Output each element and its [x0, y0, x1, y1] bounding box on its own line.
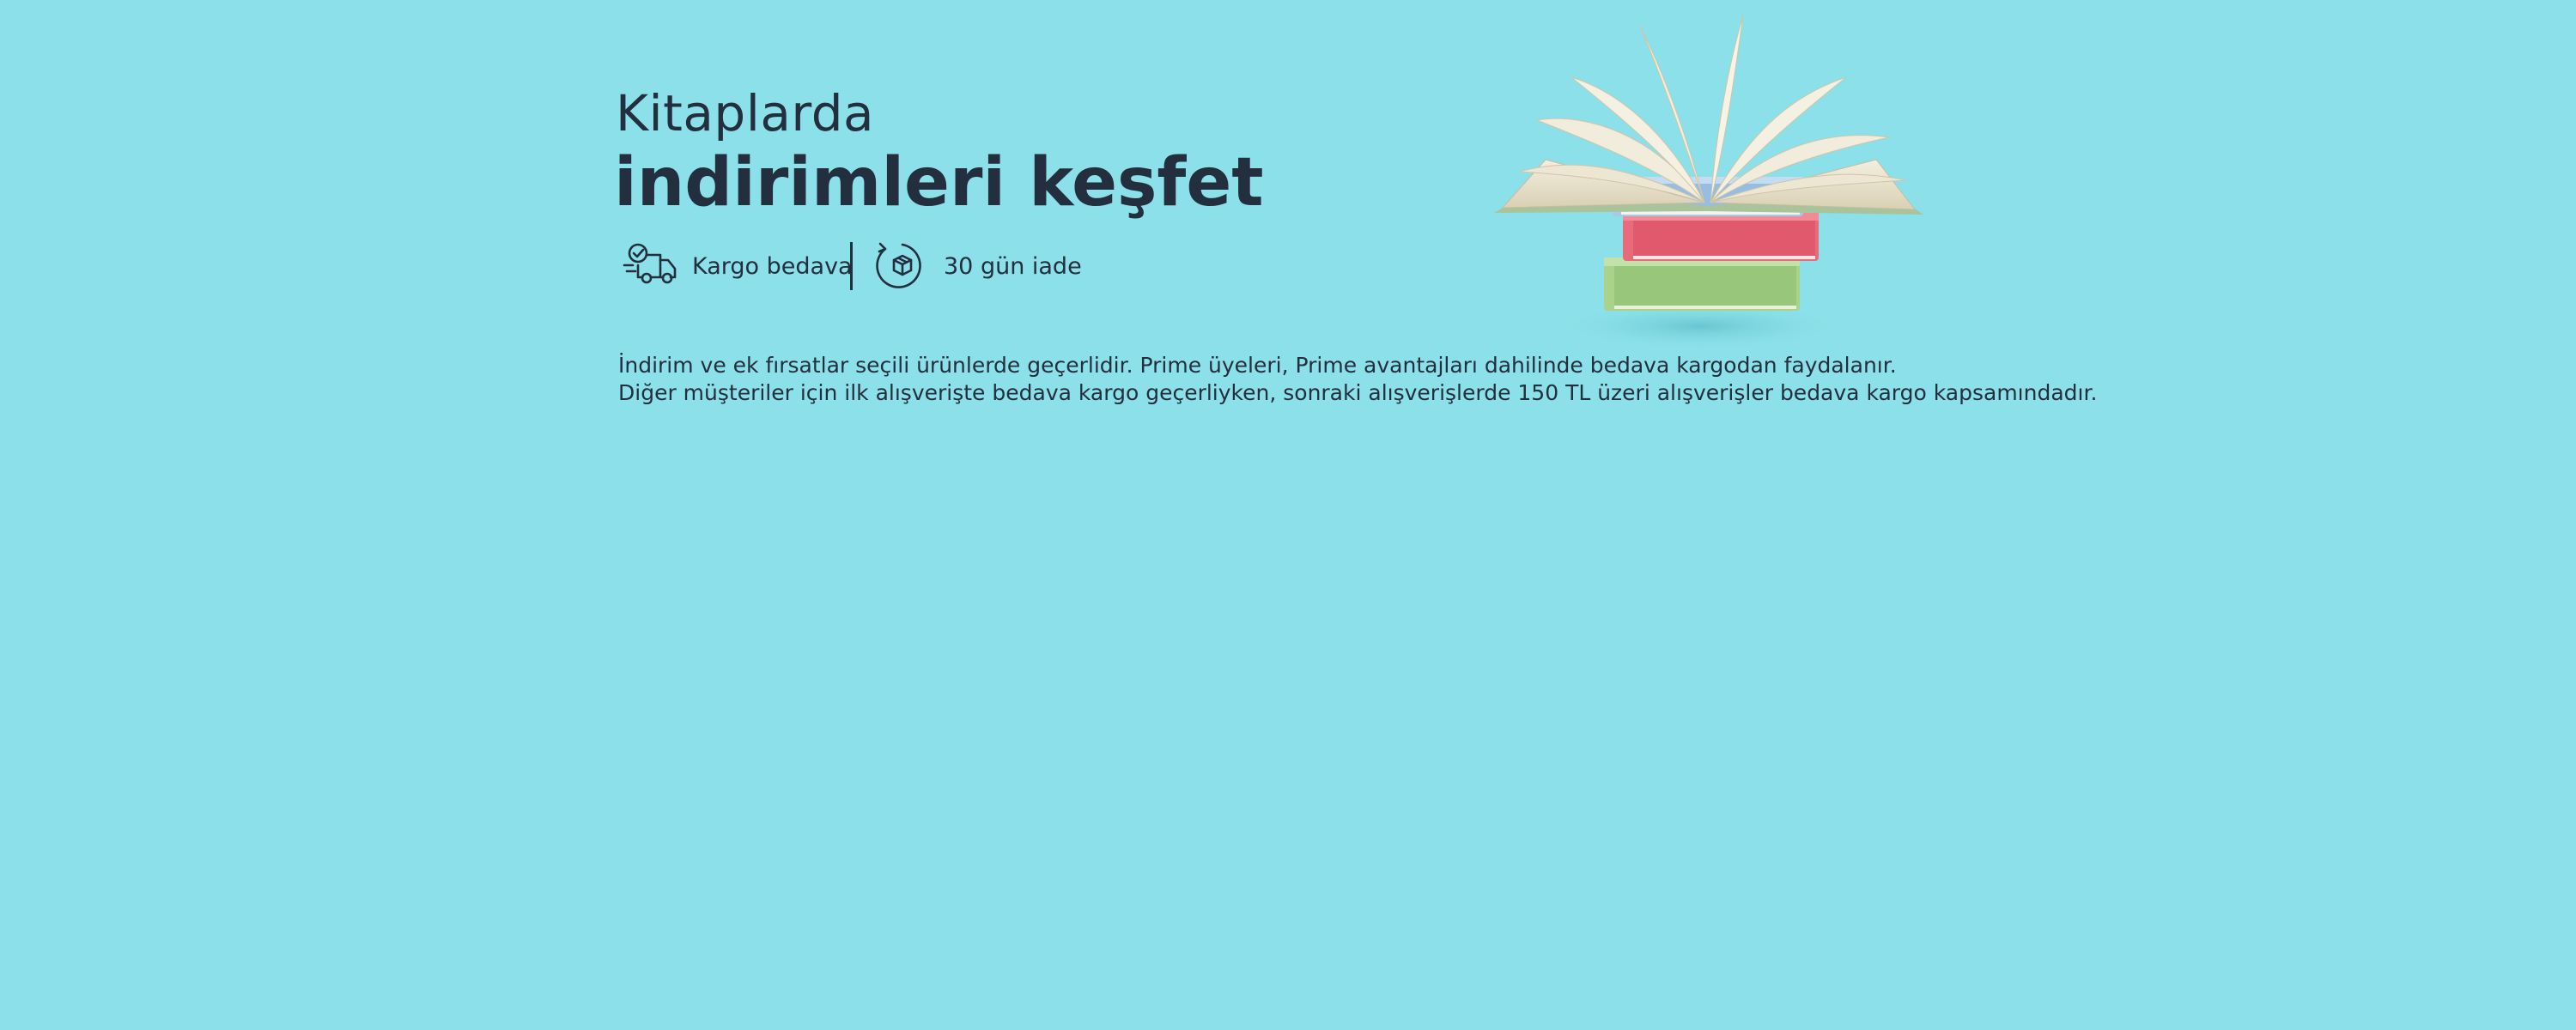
delivery-truck-icon — [623, 243, 677, 284]
headline-big: indirimleri keşfet — [614, 144, 1264, 221]
feature-return: 30 gün iade — [873, 239, 1082, 294]
book-stack-illustration — [1494, 15, 1923, 350]
feature-free-shipping: Kargo bedava — [622, 239, 853, 294]
return-box-icon — [876, 242, 921, 288]
promo-banner[interactable]: Kitaplarda indirimleri keşfet Kargo beda… — [0, 0, 2576, 1030]
feature-label-return: 30 gün iade — [944, 252, 1082, 280]
feature-divider — [850, 242, 853, 290]
disclaimer-line-1: İndirim ve ek fırsatlar seçili ürünlerde… — [618, 353, 1897, 378]
headline-small: Kitaplarda — [616, 84, 875, 142]
disclaimer-text: İndirim ve ek fırsatlar seçili ürünlerde… — [618, 352, 2097, 407]
disclaimer-line-2: Diğer müşteriler için ilk alışverişte be… — [618, 380, 2098, 405]
feature-label-shipping: Kargo bedava — [692, 252, 853, 280]
